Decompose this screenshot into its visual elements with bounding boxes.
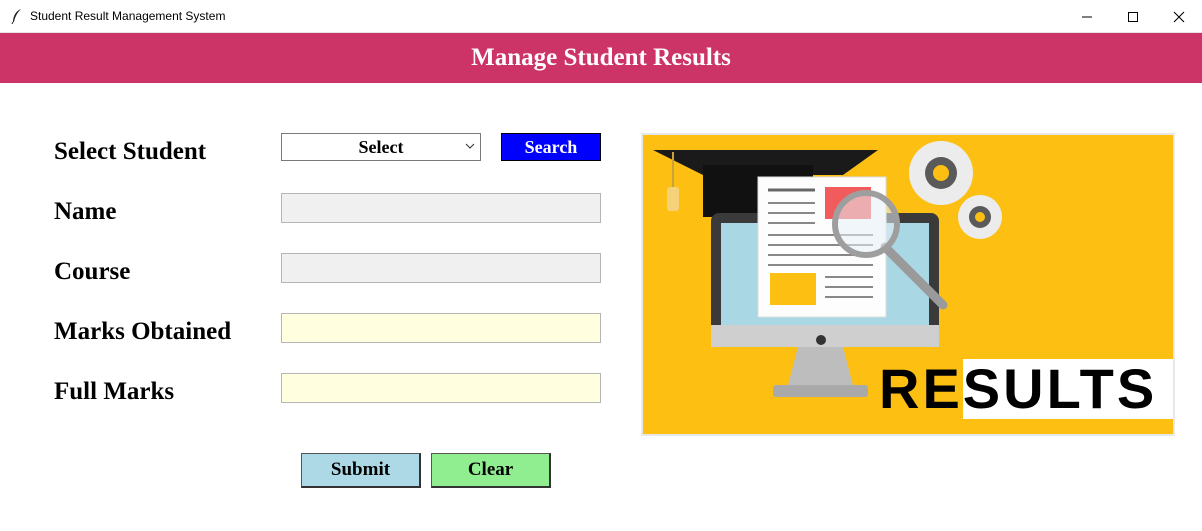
window-title: Student Result Management System — [30, 9, 226, 23]
gear-icon — [909, 141, 973, 205]
submit-button-label: Submit — [330, 459, 391, 480]
clear-button[interactable]: Clear — [431, 453, 551, 488]
name-label: Name — [54, 198, 117, 225]
results-label: RESULTS — [879, 356, 1158, 420]
minimize-button[interactable] — [1064, 0, 1110, 33]
student-select-value: Select — [358, 136, 404, 157]
feather-icon — [11, 9, 21, 24]
marks-obtained-label: Marks Obtained — [54, 318, 232, 345]
maximize-icon — [1128, 11, 1138, 22]
gear-icon — [958, 195, 1002, 239]
search-button-label: Search — [524, 136, 578, 157]
submit-button[interactable]: Submit — [301, 453, 421, 488]
full-marks-label: Full Marks — [54, 378, 175, 405]
clear-button-label: Clear — [467, 459, 514, 480]
select-student-label: Select Student — [54, 138, 207, 165]
student-select[interactable]: Select — [281, 133, 481, 161]
window-titlebar: Student Result Management System — [0, 0, 1202, 33]
maximize-button[interactable] — [1110, 0, 1156, 33]
page-header: Manage Student Results — [0, 33, 1202, 83]
full-marks-field[interactable] — [281, 373, 601, 403]
search-button[interactable]: Search — [501, 133, 601, 161]
name-field[interactable] — [281, 193, 601, 223]
course-field[interactable] — [281, 253, 601, 283]
chevron-down-icon — [465, 143, 475, 149]
course-label: Course — [54, 258, 131, 285]
results-illustration: RESULTS — [641, 133, 1175, 436]
close-button[interactable] — [1156, 0, 1202, 33]
close-icon — [1173, 11, 1185, 22]
minimize-icon — [1082, 16, 1092, 17]
marks-obtained-field[interactable] — [281, 313, 601, 343]
page-title: Manage Student Results — [471, 44, 731, 71]
